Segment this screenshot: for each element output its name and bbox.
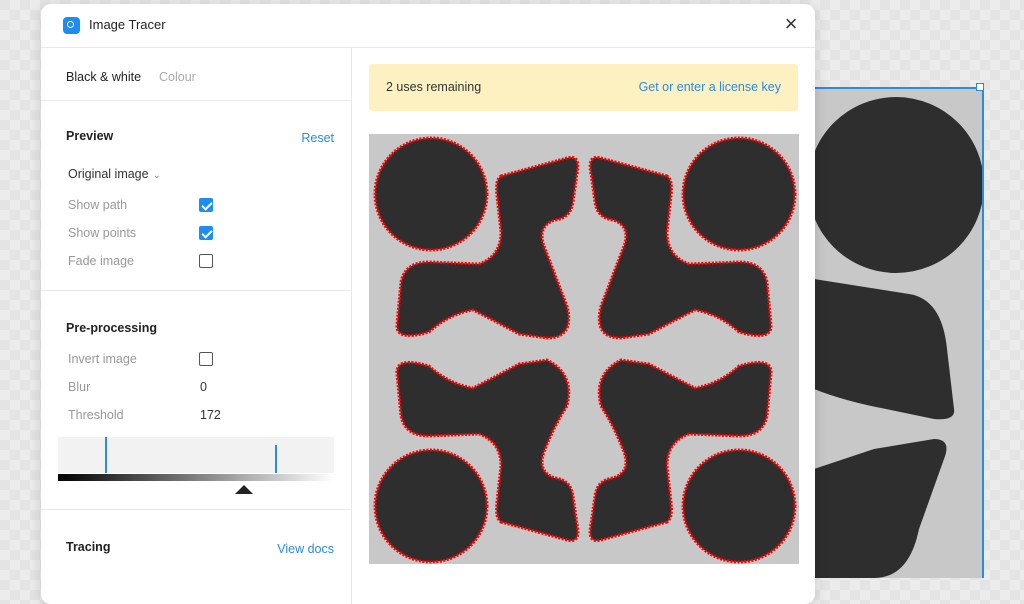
show-points-label: Show points [68,226,137,240]
reset-link[interactable]: Reset [301,131,334,145]
threshold-value[interactable]: 172 [200,408,221,422]
view-docs-link[interactable]: View docs [277,542,334,556]
show-path-checkbox[interactable] [199,198,213,212]
canvas-artwork[interactable] [812,87,984,578]
traced-circle [373,448,489,564]
trace-preview-image [369,134,799,564]
preprocessing-title: Pre-processing [66,321,158,335]
uses-remaining-text: 2 uses remaining [386,80,482,94]
threshold-gradient [58,474,334,481]
preview-panel: 2 uses remaining Get or enter a license … [352,48,815,604]
preview-mode-dropdown[interactable]: Original image ⌄ [68,167,161,181]
tab-colour[interactable]: Colour [159,70,196,84]
dropdown-value: Original image [68,167,149,181]
image-tracer-logo-icon [63,17,80,34]
close-icon[interactable]: × [781,13,801,35]
histogram-peak [105,437,107,473]
blur-value[interactable]: 0 [200,380,207,394]
invert-image-checkbox[interactable] [199,352,213,366]
tracing-section: Tracing View docs [41,510,351,604]
chevron-down-icon: ⌄ [152,170,161,181]
title-bar: Image Tracer × [41,4,815,48]
image-tracer-dialog: Image Tracer × Black & white Colour Prev… [41,4,815,604]
traced-circle [681,136,797,252]
fade-image-checkbox[interactable] [199,254,213,268]
histogram-peak [275,445,277,473]
traced-circle [681,448,797,564]
settings-panel: Black & white Colour Preview Reset Origi… [41,48,352,604]
dialog-title: Image Tracer [89,17,166,32]
license-banner: 2 uses remaining Get or enter a license … [369,64,798,111]
invert-image-label: Invert image [68,352,137,366]
license-key-link[interactable]: Get or enter a license key [639,80,781,94]
preview-section: Preview Reset Original image ⌄ Show path … [41,101,351,291]
mode-tabs: Black & white Colour [41,48,351,101]
threshold-slider-handle[interactable] [235,485,253,494]
blur-label: Blur [68,380,91,394]
tab-black-white[interactable]: Black & white [66,70,141,84]
fade-image-label: Fade image [68,254,135,268]
show-points-checkbox[interactable] [199,226,213,240]
threshold-histogram [58,437,334,473]
tracing-title: Tracing [66,540,111,554]
traced-circle [373,136,489,252]
preview-title: Preview [66,129,114,143]
selection-handle[interactable] [976,83,984,91]
threshold-label: Threshold [68,408,124,422]
show-path-label: Show path [68,198,128,212]
